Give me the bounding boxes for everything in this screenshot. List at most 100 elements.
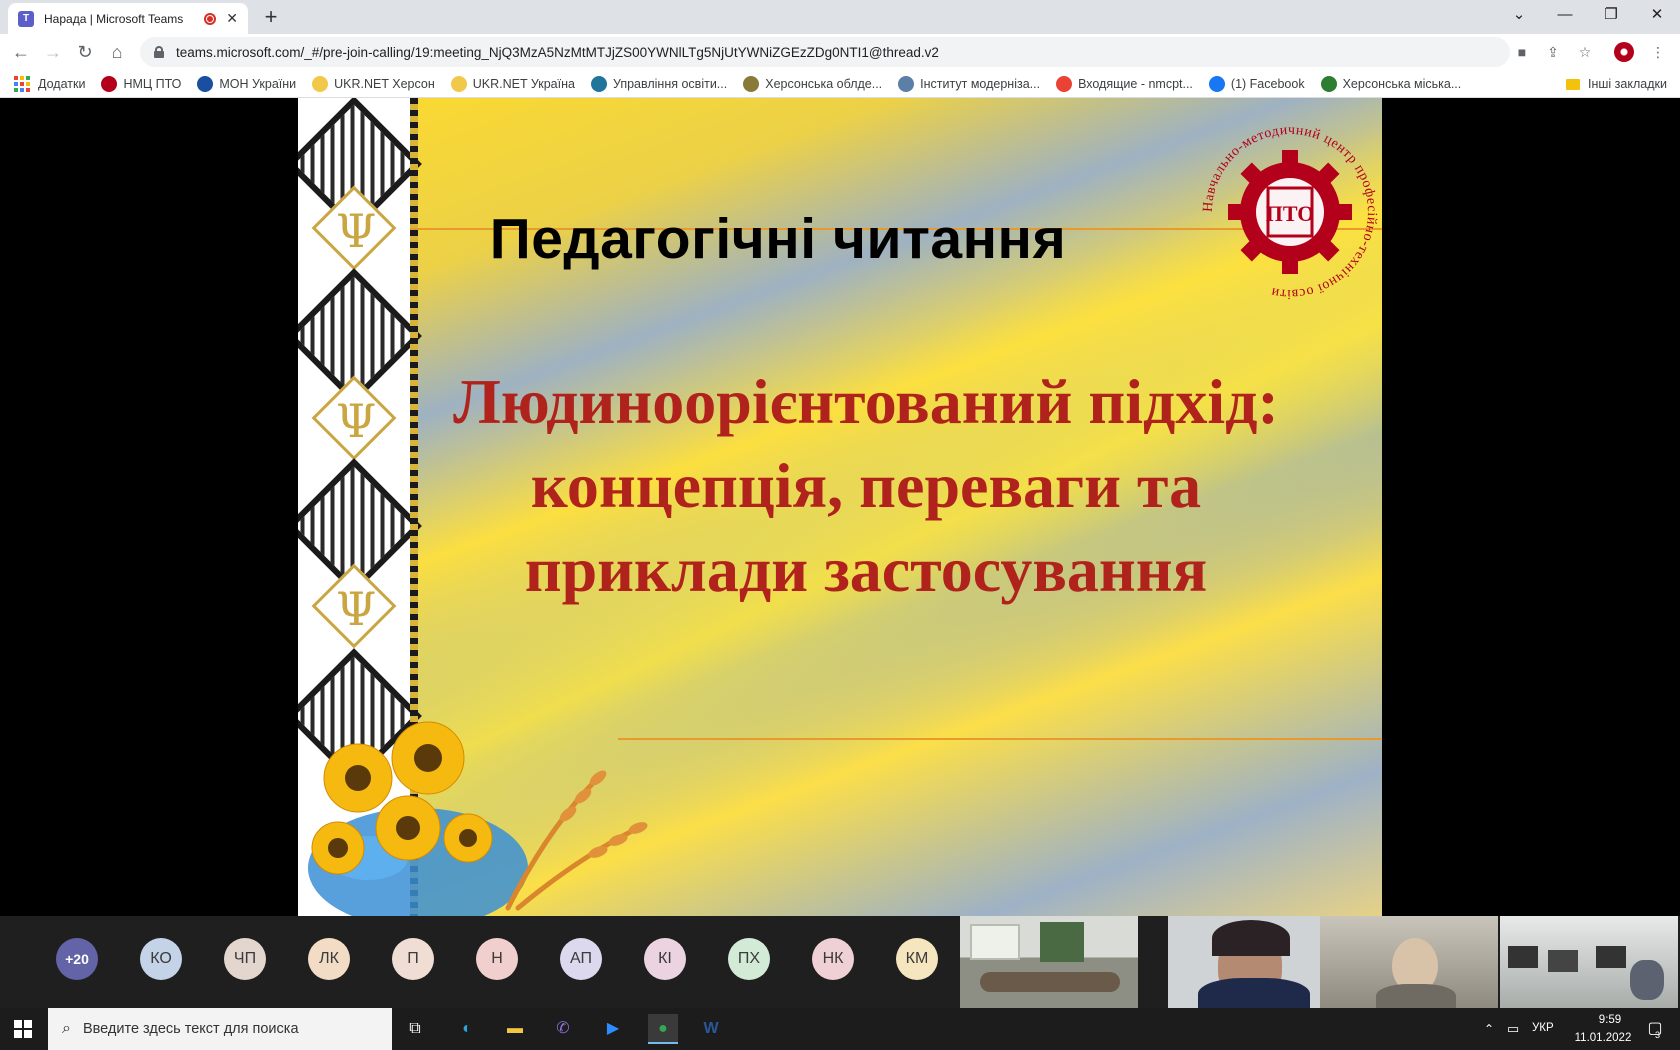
bookmark-label: Управління освіти... — [612, 76, 728, 91]
edge-icon[interactable]: ◐ — [452, 1014, 482, 1044]
participant-avatar[interactable]: АП — [560, 938, 602, 980]
task-view-icon[interactable]: ⧉ — [400, 1014, 430, 1044]
viber-icon[interactable]: ✆ — [548, 1014, 578, 1044]
address-text: teams.microsoft.com/_#/pre-join-calling/… — [176, 44, 939, 60]
video-thumbnail-participant[interactable] — [1320, 916, 1498, 1008]
slide-title-line: приклади застосування — [524, 534, 1208, 605]
other-bookmarks[interactable]: Інші закладки — [1566, 70, 1667, 98]
clock-time[interactable]: 9:59 — [1582, 1014, 1638, 1026]
word-icon[interactable]: W — [696, 1014, 726, 1044]
bookmark-label: (1) Facebook — [1230, 76, 1305, 91]
facebook-icon — [1208, 75, 1225, 92]
bookmark-star-icon[interactable]: ☆ — [1575, 42, 1595, 62]
institute-icon — [898, 75, 915, 92]
gmail-icon — [1056, 75, 1073, 92]
video-thumbnail-room[interactable] — [960, 916, 1138, 1008]
profile-avatar[interactable] — [1614, 42, 1634, 62]
sunflower-bouquet-image — [308, 721, 648, 916]
search-icon: ⌕ — [62, 1020, 71, 1037]
slide-divider-bottom — [618, 738, 1382, 740]
camera-icon[interactable]: ■ — [1512, 42, 1532, 62]
bookmark-item[interactable]: МОН України — [197, 75, 297, 92]
close-window-button[interactable]: ✕ — [1634, 0, 1680, 30]
bookmark-item[interactable]: НМЦ ПТО — [101, 75, 182, 92]
nmc-pto-logo: Навчально-методичний центр професійно-те… — [1201, 123, 1379, 301]
bookmark-item[interactable]: Додатки — [14, 75, 86, 92]
home-icon[interactable]: ⌂ — [102, 37, 132, 67]
mon-icon — [197, 75, 214, 92]
bookmark-item[interactable]: Управління освіти... — [590, 75, 728, 92]
participant-avatar[interactable]: ЧП — [224, 938, 266, 980]
new-tab-button[interactable]: + — [258, 4, 284, 30]
ukrnet-icon — [312, 75, 329, 92]
file-explorer-icon[interactable]: ▬ — [500, 1014, 530, 1044]
participant-avatar[interactable]: П — [392, 938, 434, 980]
lock-icon — [154, 46, 164, 58]
bookmark-item[interactable]: UKR.NET Херсон — [312, 75, 435, 92]
video-thumbnail-classroom[interactable] — [1500, 916, 1678, 1008]
address-bar[interactable]: teams.microsoft.com/_#/pre-join-calling/… — [140, 37, 1510, 67]
participant-avatar[interactable]: Н — [476, 938, 518, 980]
minimize-button[interactable]: — — [1542, 0, 1588, 30]
wordpress-icon — [590, 75, 607, 92]
participant-avatar[interactable]: КМ — [896, 938, 938, 980]
participants-strip: +20 КО ЧП ЛК П Н АП КІ ПХ НК КМ — [0, 916, 1680, 1008]
search-placeholder: Введите здесь текст для поиска — [82, 1021, 299, 1037]
windows-start-icon[interactable] — [14, 1020, 32, 1038]
browser-tab[interactable]: T Нарада | Microsoft Teams ✕ — [8, 3, 248, 34]
forward-arrow-icon[interactable]: → — [38, 37, 68, 67]
slide-title-line: Людиноорієнтований підхід: — [453, 366, 1279, 437]
windows-taskbar: ⌕ Введите здесь текст для поиска ⧉ ◐ ▬ ✆… — [0, 1008, 1680, 1050]
bookmark-item[interactable]: Входящие - nmcpt... — [1056, 75, 1193, 92]
logo-center-text: ПТО — [1266, 201, 1315, 226]
back-arrow-icon[interactable]: ← — [6, 37, 36, 67]
tab-strip: T Нарада | Microsoft Teams ✕ + ⌄ — ❐ ✕ — [0, 0, 1680, 34]
participant-avatar[interactable]: НК — [812, 938, 854, 980]
bookmark-label: НМЦ ПТО — [123, 76, 182, 91]
participant-avatar[interactable]: ЛК — [308, 938, 350, 980]
coat-of-arms-icon — [743, 75, 760, 92]
bookmark-label: Додатки — [38, 76, 86, 91]
reload-icon[interactable]: ↻ — [70, 37, 100, 67]
participant-avatar[interactable]: КІ — [644, 938, 686, 980]
other-bookmarks-label: Інші закладки — [1588, 77, 1667, 91]
bookmark-item[interactable]: Херсонська облде... — [743, 75, 883, 92]
tab-close-icon[interactable]: ✕ — [226, 10, 238, 27]
participant-avatar[interactable]: ПХ — [728, 938, 770, 980]
clock-date[interactable]: 11.01.2022 — [1568, 1032, 1638, 1044]
slide-title-line: концепція, переваги та — [530, 450, 1202, 521]
bookmark-label: UKR.NET Україна — [472, 76, 575, 91]
zoom-icon[interactable]: ▶ — [598, 1014, 628, 1044]
more-participants-button[interactable]: +20 — [56, 938, 98, 980]
bookmark-item[interactable]: Інститут модерніза... — [898, 75, 1041, 92]
bookmark-label: Херсонська міська... — [1342, 76, 1462, 91]
chrome-icon[interactable]: ● — [648, 1014, 678, 1044]
bookmark-label: МОН України — [219, 76, 297, 91]
bookmark-item[interactable]: Херсонська міська... — [1320, 75, 1462, 92]
notifications-count: 3 — [1655, 1030, 1661, 1040]
city-crest-icon — [1320, 75, 1337, 92]
bookmark-label: Інститут модерніза... — [920, 76, 1041, 91]
menu-kebab-icon[interactable]: ⋮ — [1648, 42, 1668, 62]
restore-button[interactable]: ❐ — [1588, 0, 1634, 30]
tab-title: Нарада | Microsoft Teams — [44, 11, 184, 26]
bookmarks-bar: Додатки НМЦ ПТО МОН України UKR.NET Херсон U… — [0, 70, 1680, 98]
participant-avatar[interactable]: КО — [140, 938, 182, 980]
ukrnet-icon — [450, 75, 467, 92]
bookmark-item[interactable]: UKR.NET Україна — [450, 75, 575, 92]
bookmark-label: Херсонська облде... — [765, 76, 883, 91]
bookmark-label: UKR.NET Херсон — [334, 76, 435, 91]
bookmark-label: Входящие - nmcpt... — [1078, 76, 1193, 91]
recording-icon — [204, 12, 217, 25]
nmc-icon — [101, 75, 118, 92]
slide-heading: Педагогічні читання — [489, 207, 1067, 271]
tab-search-icon[interactable]: ⌄ — [1496, 0, 1542, 30]
taskbar-search-input[interactable]: ⌕ Введите здесь текст для поиска — [48, 1008, 392, 1050]
bookmark-item[interactable]: (1) Facebook — [1208, 75, 1305, 92]
network-icon[interactable]: ▭ — [1498, 1014, 1528, 1044]
input-language[interactable]: УКР — [1532, 1022, 1554, 1034]
browser-toolbar: ← → ↻ ⌂ teams.microsoft.com/_#/pre-join-… — [0, 34, 1680, 70]
teams-icon: T — [18, 10, 34, 27]
folder-icon — [1566, 78, 1580, 90]
share-icon[interactable]: ⇪ — [1543, 42, 1563, 62]
